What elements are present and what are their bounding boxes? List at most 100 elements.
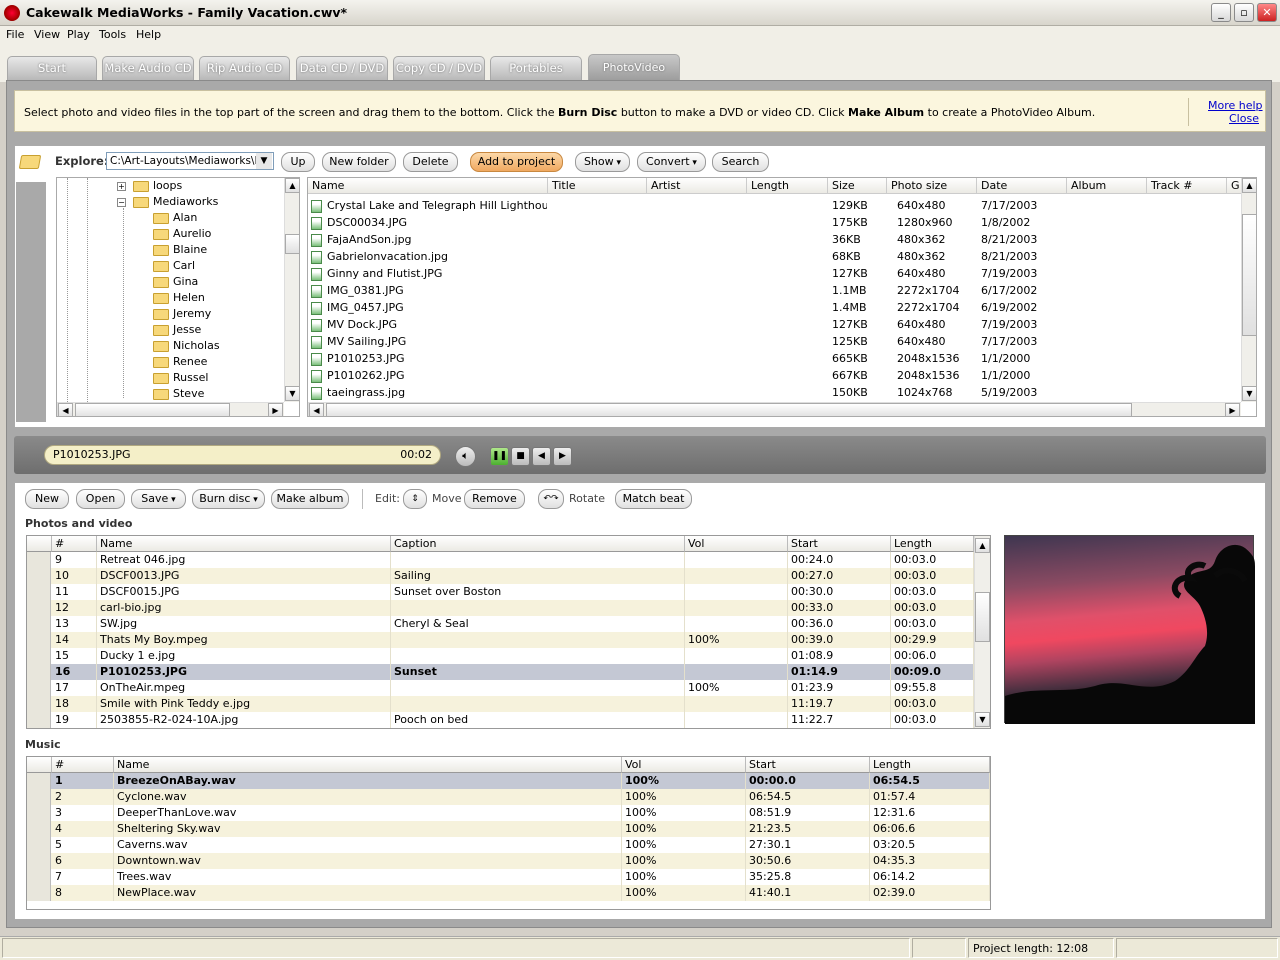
next-button[interactable]: ▶	[553, 447, 572, 466]
up-button[interactable]: Up	[281, 152, 315, 172]
col-header-name[interactable]: Name	[97, 536, 391, 552]
row-header[interactable]	[27, 821, 51, 837]
scroll-up-icon[interactable]: ▲	[285, 178, 299, 193]
scroll-thumb[interactable]	[75, 403, 230, 416]
table-row[interactable]: 4 Sheltering Sky.wav 100% 21:23.5 06:06.6	[27, 821, 990, 837]
save-button[interactable]: Save	[131, 489, 186, 509]
table-row[interactable]: 2 Cyclone.wav 100% 06:54.5 01:57.4	[27, 789, 990, 805]
path-dropdown-icon[interactable]: ▼	[256, 153, 272, 169]
tab-copy-cd-dvd[interactable]: Copy CD / DVD	[393, 56, 485, 80]
tree-item[interactable]: Steve	[153, 386, 204, 402]
scroll-down-icon[interactable]: ▼	[285, 386, 299, 401]
scroll-thumb[interactable]	[1242, 214, 1256, 336]
col-header-date[interactable]: Date	[977, 178, 1067, 194]
file-row[interactable]: DSC00034.JPG 175KB 1280x960 1/8/2002	[308, 214, 1240, 231]
move-updown-icon[interactable]: ⇕	[403, 489, 427, 509]
table-row[interactable]: 8 NewPlace.wav 100% 41:40.1 02:39.0	[27, 885, 990, 901]
photos-grid[interactable]: # Name Caption Vol Start Length 9 Retreat…	[26, 535, 991, 729]
tree-item[interactable]: Jeremy	[153, 306, 211, 322]
col-header-length[interactable]: Length	[870, 757, 990, 773]
row-header[interactable]	[27, 712, 51, 728]
table-row[interactable]: 5 Caverns.wav 100% 27:30.1 03:20.5	[27, 837, 990, 853]
tree-horizontal-scrollbar[interactable]: ◀ ▶	[57, 402, 284, 416]
col-header-title[interactable]: Title	[548, 178, 647, 194]
menu-play[interactable]: Play	[67, 28, 90, 41]
file-row[interactable]: MV Sailing.JPG 125KB 640x480 7/17/2003	[308, 333, 1240, 350]
tab-data-cd-dvd[interactable]: Data CD / DVD	[296, 56, 388, 80]
row-header[interactable]	[27, 805, 51, 821]
tree-item[interactable]: Mediaworks	[133, 194, 218, 210]
menu-file[interactable]: File	[6, 28, 24, 41]
table-row[interactable]: 13 SW.jpg Cheryl & Seal 00:36.0 00:03.0	[27, 616, 974, 632]
col-header-size[interactable]: Size	[828, 178, 887, 194]
file-list[interactable]: Name Title Artist Length Size Photo size…	[307, 177, 1257, 417]
col-header-vol[interactable]: Vol	[685, 536, 788, 552]
table-row[interactable]: 14 Thats My Boy.mpeg 100% 00:39.0 00:29.9	[27, 632, 974, 648]
col-header-album[interactable]: Album	[1067, 178, 1147, 194]
table-row[interactable]: 6 Downtown.wav 100% 30:50.6 04:35.3	[27, 853, 990, 869]
row-header[interactable]	[27, 696, 51, 712]
collapse-icon[interactable]: −	[117, 198, 126, 207]
table-row[interactable]: 10 DSCF0013.JPG Sailing 00:27.0 00:03.0	[27, 568, 974, 584]
tab-start[interactable]: Start	[7, 56, 97, 80]
tree-item[interactable]: loops	[133, 178, 182, 194]
row-header[interactable]	[27, 885, 51, 901]
col-header-name[interactable]: Name	[114, 757, 622, 773]
table-row[interactable]: 18 Smile with Pink Teddy e.jpg 11:19.7 00:0…	[27, 696, 974, 712]
maximize-button[interactable]: ▫	[1234, 3, 1254, 22]
scroll-thumb[interactable]	[975, 592, 990, 642]
file-row[interactable]: Crystal Lake and Telegraph Hill Lighthou…	[308, 197, 1240, 214]
tree-item[interactable]: Jesse	[153, 322, 201, 338]
file-row[interactable]: IMG_0457.JPG 1.4MB 2272x1704 6/19/2002	[308, 299, 1240, 316]
file-row[interactable]: IMG_0381.JPG 1.1MB 2272x1704 6/17/2002	[308, 282, 1240, 299]
stop-button[interactable]: ■	[511, 447, 530, 466]
col-header-caption[interactable]: Caption	[391, 536, 685, 552]
scroll-down-icon[interactable]: ▼	[975, 712, 990, 727]
tree-item[interactable]: Helen	[153, 290, 205, 306]
tree-item[interactable]: Aurelio	[153, 226, 211, 242]
file-row[interactable]: Ginny and Flutist.JPG 127KB 640x480 7/19/20…	[308, 265, 1240, 282]
add-to-project-button[interactable]: Add to project	[470, 152, 563, 172]
rotate-icon[interactable]: ↶↷	[538, 489, 564, 509]
scroll-down-icon[interactable]: ▼	[1242, 386, 1256, 401]
music-grid[interactable]: # Name Vol Start Length 1 BreezeOnABay.wa…	[26, 756, 991, 910]
menu-tools[interactable]: Tools	[99, 28, 126, 41]
previous-button[interactable]: ◀	[532, 447, 551, 466]
col-header-artist[interactable]: Artist	[647, 178, 747, 194]
minimize-button[interactable]: _	[1211, 3, 1231, 22]
scroll-left-icon[interactable]: ◀	[309, 403, 324, 416]
table-row[interactable]: 17 OnTheAir.mpeg 100% 01:23.9 09:55.8	[27, 680, 974, 696]
photos-vertical-scrollbar[interactable]: ▲ ▼	[974, 536, 990, 728]
col-header-length[interactable]: Length	[891, 536, 974, 552]
row-header[interactable]	[27, 773, 51, 789]
file-row[interactable]: P1010253.JPG 665KB 2048x1536 1/1/2000	[308, 350, 1240, 367]
row-header[interactable]	[27, 568, 51, 584]
tree-item[interactable]: Russel	[153, 370, 208, 386]
col-header-start[interactable]: Start	[788, 536, 891, 552]
row-header[interactable]	[27, 789, 51, 805]
expand-icon[interactable]: +	[117, 182, 126, 191]
col-header-name[interactable]: Name	[308, 178, 548, 194]
file-row[interactable]: Gabrielonvacation.jpg 68KB 480x362 8/21/200…	[308, 248, 1240, 265]
row-header[interactable]	[27, 853, 51, 869]
tree-item[interactable]: Renee	[153, 354, 207, 370]
table-row[interactable]: 9 Retreat 046.jpg 00:24.0 00:03.0	[27, 552, 974, 568]
row-header[interactable]	[27, 648, 51, 664]
row-header[interactable]	[27, 616, 51, 632]
row-header[interactable]	[27, 552, 51, 568]
file-row[interactable]: FajaAndSon.jpg 36KB 480x362 8/21/2003	[308, 231, 1240, 248]
close-help-link[interactable]: Close	[1229, 112, 1259, 125]
menu-view[interactable]: View	[34, 28, 60, 41]
row-header[interactable]	[27, 600, 51, 616]
col-header-number[interactable]: #	[52, 757, 114, 773]
convert-button[interactable]: Convert	[637, 152, 706, 172]
row-header[interactable]	[27, 869, 51, 885]
burn-disc-button[interactable]: Burn disc	[192, 489, 265, 509]
file-row[interactable]: taeingrass.jpg 150KB 1024x768 5/19/2003	[308, 384, 1240, 401]
col-header-photo-size[interactable]: Photo size	[887, 178, 977, 194]
remove-button[interactable]: Remove	[464, 489, 525, 509]
col-header-genre[interactable]: G	[1227, 178, 1242, 194]
tree-item[interactable]: Alan	[153, 210, 197, 226]
scroll-left-icon[interactable]: ◀	[58, 403, 73, 416]
close-window-button[interactable]: ✕	[1257, 3, 1277, 22]
